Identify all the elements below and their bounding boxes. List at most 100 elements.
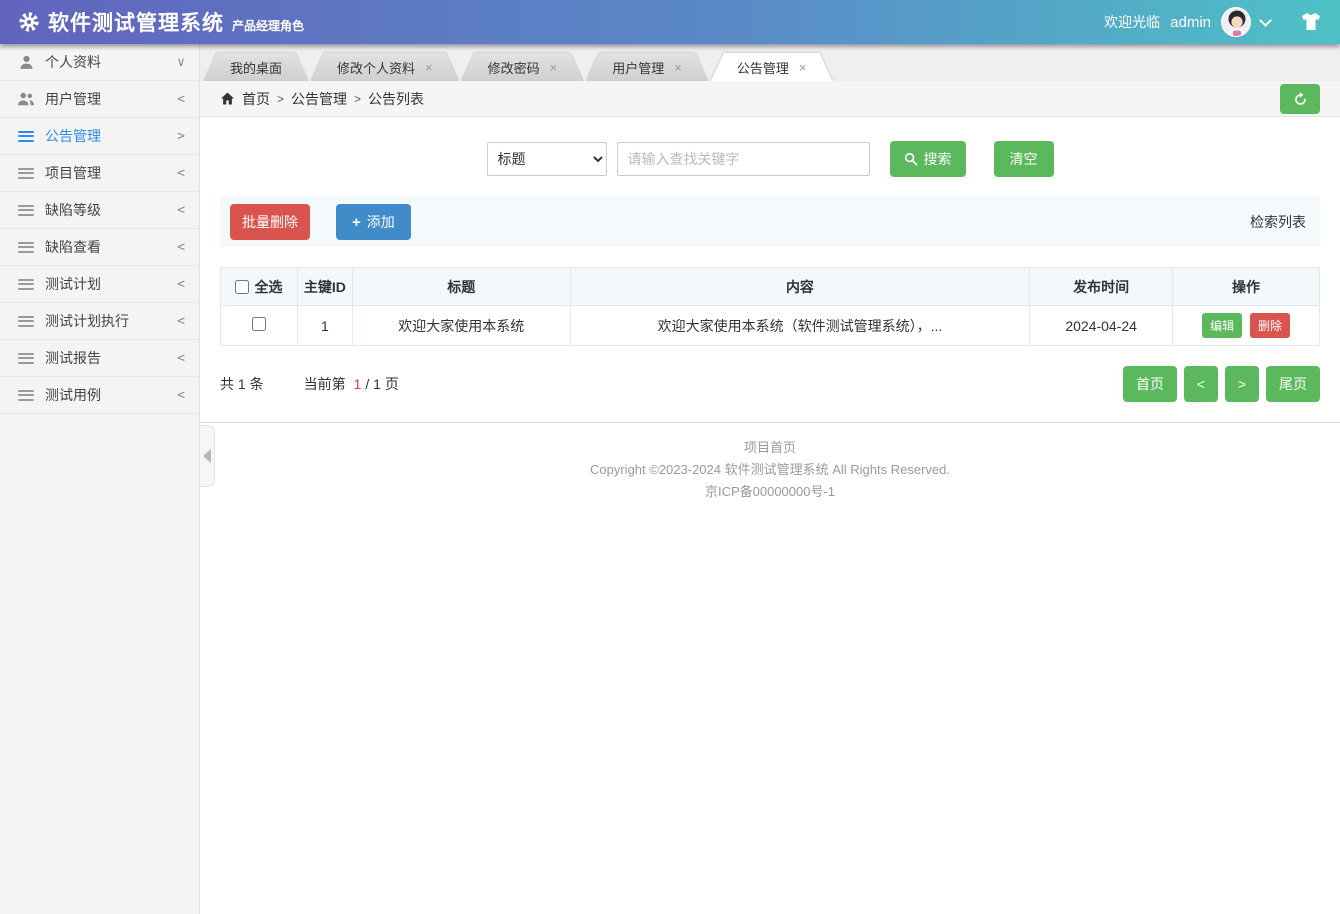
row-publish-time: 2024-04-24 <box>1030 306 1173 346</box>
brand: 软件测试管理系统 产品经理角色 <box>18 7 304 37</box>
table-toolbar: 批量删除 + 添加 检索列表 <box>220 197 1320 247</box>
role-subtitle: 产品经理角色 <box>232 17 304 34</box>
main-content: 我的桌面 修改个人资料 × 修改密码 × 用户管理 × <box>200 44 1340 914</box>
app-window: 软件测试管理系统 产品经理角色 欢迎光临 admin <box>0 0 1340 914</box>
batch-delete-button[interactable]: 批量删除 <box>230 204 310 240</box>
sidebar-item-defect-level[interactable]: 缺陷等级 < <box>0 192 199 229</box>
select-all-header: 全选 <box>221 268 298 306</box>
menu-bars-icon <box>16 276 36 292</box>
last-page-button[interactable]: 尾页 <box>1266 366 1320 402</box>
breadcrumb-home[interactable]: 首页 <box>242 89 270 109</box>
close-icon[interactable]: × <box>550 60 558 75</box>
footer: 项目首页 Copyright ©2023-2024 软件测试管理系统 All R… <box>200 422 1340 503</box>
clear-button[interactable]: 清空 <box>994 141 1054 177</box>
add-button[interactable]: + 添加 <box>336 204 411 240</box>
sidebar-item-profile[interactable]: 个人资料 ∨ <box>0 44 199 81</box>
breadcrumb-separator: > <box>277 92 284 106</box>
footer-home-link[interactable]: 项目首页 <box>200 437 1340 459</box>
row-id: 1 <box>297 306 352 346</box>
sidebar-item-label: 缺陷等级 <box>45 200 177 220</box>
menu-bars-icon <box>16 239 36 255</box>
sidebar-item-label: 测试用例 <box>45 385 177 405</box>
username: admin <box>1170 14 1211 31</box>
chevron-expanded-icon: > <box>177 129 185 144</box>
breadcrumb-announcement-list[interactable]: 公告列表 <box>368 89 424 109</box>
sidebar-item-test-case[interactable]: 测试用例 < <box>0 377 199 414</box>
sidebar-collapse-handle[interactable] <box>200 425 215 487</box>
avatar[interactable] <box>1221 7 1251 37</box>
prev-page-button[interactable]: < <box>1184 366 1218 402</box>
tab-label: 用户管理 <box>612 58 664 77</box>
select-all-label: 全选 <box>254 277 282 297</box>
add-button-label: 添加 <box>367 212 395 232</box>
select-all-checkbox[interactable] <box>235 280 249 294</box>
search-input[interactable] <box>617 142 870 176</box>
pagination: 共 1 条 当前第 1 / 1 页 首页 < > 尾页 <box>220 366 1320 402</box>
search-button-label: 搜索 <box>924 149 952 169</box>
tab-user-management[interactable]: 用户管理 × <box>586 53 708 81</box>
column-header-id: 主键ID <box>297 268 352 306</box>
user-icon <box>16 54 36 71</box>
sidebar: 个人资料 ∨ 用户管理 < 公告管理 > 项目管理 < 缺陷等级 < 缺陷查看 <box>0 44 200 914</box>
footer-copyright: Copyright ©2023-2024 软件测试管理系统 All Rights… <box>200 459 1340 481</box>
home-icon <box>220 91 235 106</box>
sidebar-item-user-management[interactable]: 用户管理 < <box>0 81 199 118</box>
chevron-collapsed-icon: < <box>177 314 185 329</box>
row-checkbox[interactable] <box>252 317 266 331</box>
top-header: 软件测试管理系统 产品经理角色 欢迎光临 admin <box>0 0 1340 44</box>
breadcrumb-separator: > <box>354 92 361 106</box>
row-select-cell <box>221 306 298 346</box>
column-header-content: 内容 <box>570 268 1030 306</box>
menu-bars-icon <box>16 128 36 144</box>
chevron-down-icon[interactable] <box>1259 14 1272 27</box>
row-title: 欢迎大家使用本系统 <box>352 306 570 346</box>
chevron-collapsed-icon: < <box>177 240 185 255</box>
chevron-collapsed-icon: < <box>177 388 185 403</box>
sidebar-item-label: 个人资料 <box>45 52 177 72</box>
tab-announcement-management[interactable]: 公告管理 × <box>711 53 833 81</box>
sidebar-item-test-report[interactable]: 测试报告 < <box>0 340 199 377</box>
sidebar-item-defect-view[interactable]: 缺陷查看 < <box>0 229 199 266</box>
sidebar-item-label: 项目管理 <box>45 163 177 183</box>
close-icon[interactable]: × <box>674 60 682 75</box>
close-icon[interactable]: × <box>799 60 807 75</box>
sidebar-item-test-plan[interactable]: 测试计划 < <box>0 266 199 303</box>
menu-bars-icon <box>16 387 36 403</box>
menu-bars-icon <box>16 202 36 218</box>
current-page-prefix: 当前第 <box>304 374 346 394</box>
refresh-button[interactable] <box>1280 84 1320 114</box>
tab-my-desktop-wrap: 我的桌面 <box>204 53 308 81</box>
sidebar-item-announcement-management[interactable]: 公告管理 > <box>0 118 199 155</box>
tab-edit-profile-wrap: 修改个人资料 × <box>311 53 459 81</box>
sidebar-item-label: 测试报告 <box>45 348 177 368</box>
welcome-text: 欢迎光临 <box>1104 12 1160 32</box>
triangle-left-icon <box>203 449 211 463</box>
tab-my-desktop[interactable]: 我的桌面 <box>204 53 308 81</box>
clear-button-label: 清空 <box>1010 149 1038 169</box>
column-header-actions: 操作 <box>1173 268 1320 306</box>
gear-icon <box>18 11 40 33</box>
row-content: 欢迎大家使用本系统（软件测试管理系统），... <box>570 306 1030 346</box>
first-page-button[interactable]: 首页 <box>1123 366 1177 402</box>
search-field-select[interactable]: 标题 <box>487 142 607 176</box>
sidebar-item-label: 缺陷查看 <box>45 237 177 257</box>
sidebar-item-test-plan-execution[interactable]: 测试计划执行 < <box>0 303 199 340</box>
next-page-button[interactable]: > <box>1225 366 1259 402</box>
search-button[interactable]: 搜索 <box>890 141 966 177</box>
close-icon[interactable]: × <box>425 60 433 75</box>
tab-change-password[interactable]: 修改密码 × <box>462 53 584 81</box>
tab-label: 修改个人资料 <box>337 58 415 77</box>
tab-change-password-wrap: 修改密码 × <box>462 53 584 81</box>
table-header-row: 全选 主键ID 标题 内容 发布时间 操作 <box>221 268 1320 306</box>
tshirt-icon[interactable] <box>1300 12 1322 32</box>
sidebar-item-project-management[interactable]: 项目管理 < <box>0 155 199 192</box>
tab-edit-profile[interactable]: 修改个人资料 × <box>311 53 459 81</box>
chevron-collapsed-icon: < <box>177 277 185 292</box>
breadcrumb: 首页 > 公告管理 > 公告列表 <box>200 81 1340 117</box>
page-count-suffix: / 1 页 <box>365 374 398 394</box>
edit-button[interactable]: 编辑 <box>1202 313 1242 338</box>
breadcrumb-announcement-management[interactable]: 公告管理 <box>291 89 347 109</box>
menu-bars-icon <box>16 313 36 329</box>
sidebar-item-label: 测试计划执行 <box>45 311 177 331</box>
delete-button[interactable]: 删除 <box>1250 313 1290 338</box>
